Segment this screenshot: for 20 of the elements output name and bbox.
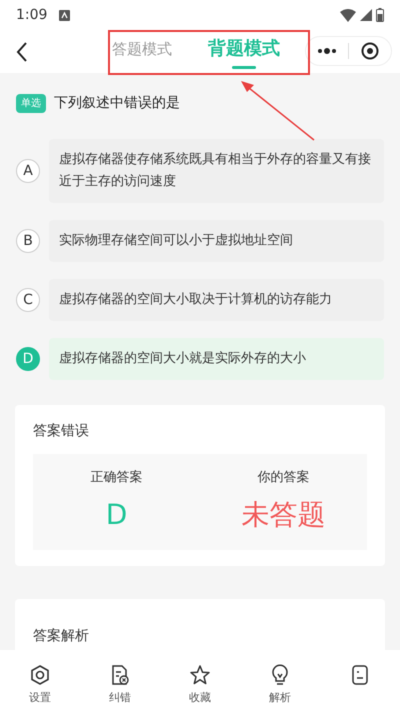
option-letter[interactable]: A [16, 159, 40, 183]
option-text[interactable]: 虚拟存储器的空间大小就是实际外存的大小 [49, 338, 384, 380]
answer-label: 正确答案 [90, 469, 142, 487]
toolbar-button[interactable]: 设置 [29, 664, 51, 706]
question-type-badge: 单选 [16, 94, 46, 113]
your-answer: 未答题 [242, 496, 326, 532]
correct-answer: D [106, 496, 128, 532]
answer-label: 你的答案 [258, 469, 310, 487]
option-letter[interactable]: C [16, 288, 40, 312]
toolbar-button[interactable]: 解析 [269, 664, 291, 706]
option-letter[interactable]: B [16, 229, 40, 253]
result-title: 答案错误 [33, 422, 90, 441]
explanation-title: 答案解析 [33, 628, 89, 644]
option-text[interactable]: 虚拟存储器的空间大小取决于计算机的访存能力 [49, 279, 384, 321]
status-time: 1:09 [16, 6, 48, 24]
option-text[interactable]: 虚拟存储器使存储系统既具有相当于外存的容量又有接近于主存的访问速度 [49, 139, 384, 203]
question-text: 下列叙述中错误的是 [54, 94, 180, 113]
toolbar-button[interactable]: 收藏 [189, 664, 211, 706]
option-text[interactable]: 实际物理存储空间可以小于虚拟地址空间 [49, 220, 384, 262]
toolbar-button[interactable]: 纠错 [109, 664, 131, 706]
